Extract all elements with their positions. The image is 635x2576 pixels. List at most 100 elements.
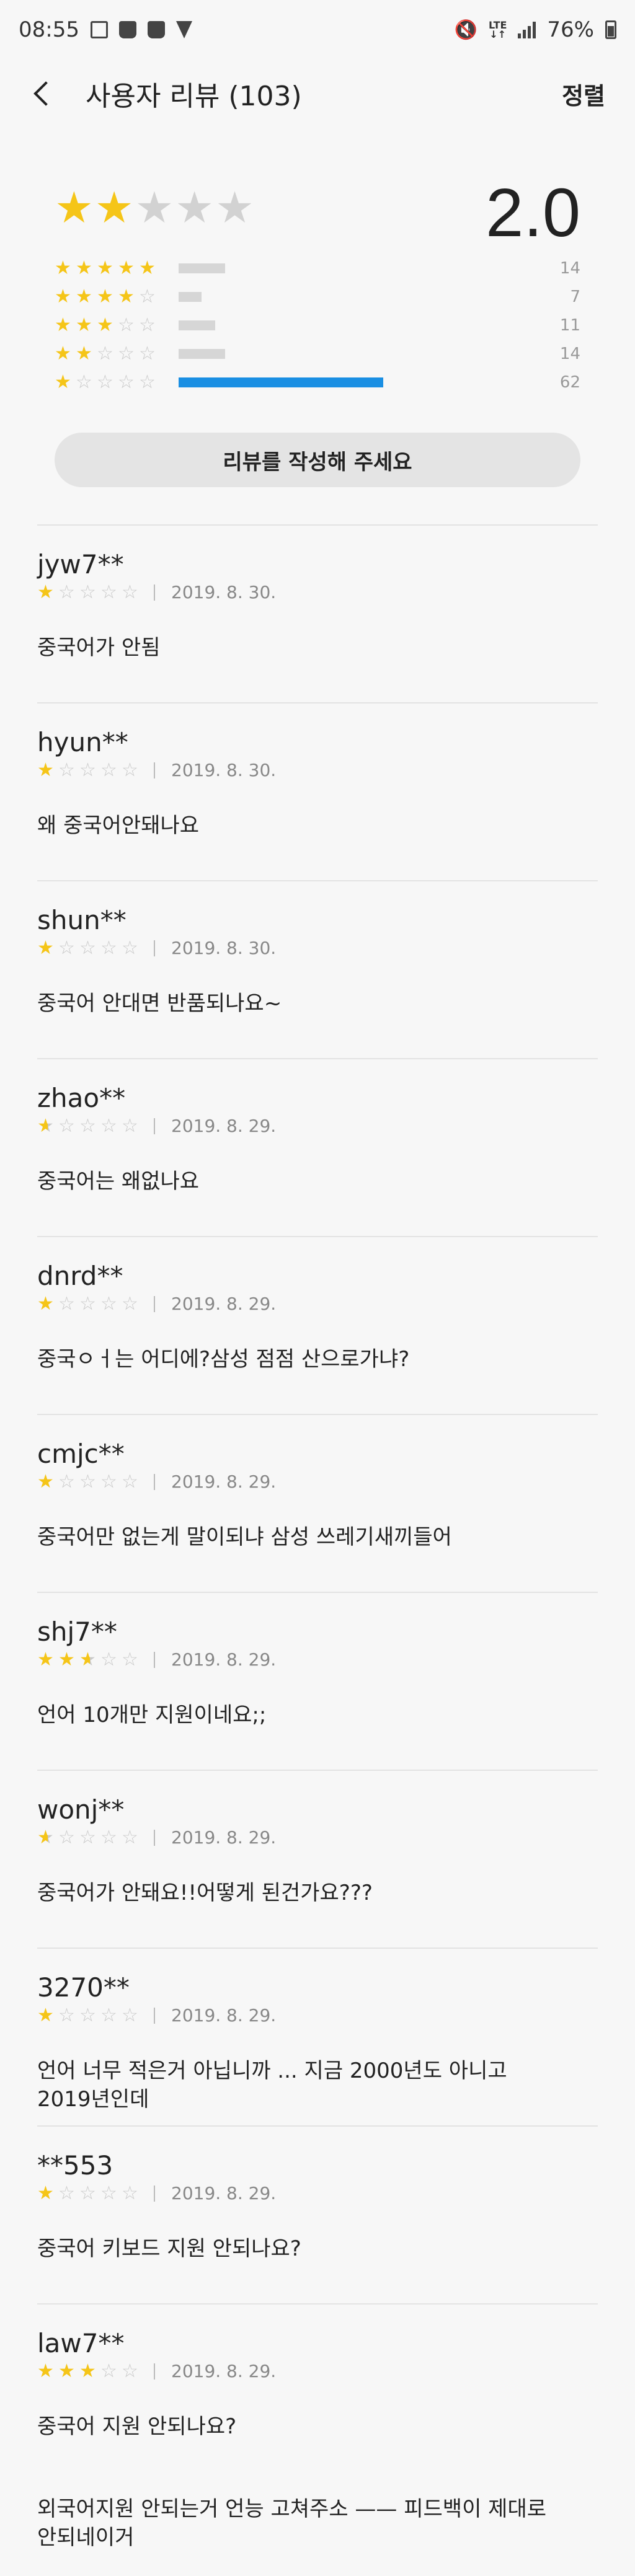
back-icon[interactable] xyxy=(30,81,55,106)
reviewer-name: shun** xyxy=(37,905,127,935)
distribution-stars: ★ ★ ☆ ☆ ☆ xyxy=(55,345,172,363)
review-date: 2019. 8. 30. xyxy=(171,760,277,780)
review-text: 중국어 안대면 반품되나요~ xyxy=(37,991,282,1016)
divider xyxy=(37,1414,598,1415)
separator xyxy=(154,2007,155,2024)
reviewer-name: wonj** xyxy=(37,1794,125,1825)
star-icon: ☆ xyxy=(79,1826,96,1848)
review-item: jyw7** ★ ☆ ☆ ☆ ☆ 2019. 8. 30. 중국어가 안됨 xyxy=(37,549,598,662)
star-icon: ☆ xyxy=(139,371,156,393)
review-stars: ★ ☆ ☆ ☆ ☆ xyxy=(37,1470,143,1493)
separator xyxy=(154,1295,155,1312)
star-icon: ★ xyxy=(37,2182,54,2204)
review-stars: ★ ★ ★ ☆ ☆ xyxy=(37,2360,143,2382)
status-left: 08:55 xyxy=(19,17,192,42)
distribution-stars: ★ ★ ★ ★ ★ xyxy=(55,259,172,278)
separator xyxy=(154,1473,155,1490)
network-type: LTE ↓↑ xyxy=(489,19,507,40)
star-icon: ★ xyxy=(55,314,71,336)
star-icon: ☆ xyxy=(79,759,96,781)
review-stars: ★ ★ ★ ☆ ☆ xyxy=(37,1648,143,1670)
star-icon: ★ xyxy=(37,1827,58,1848)
star-icon: ★ xyxy=(55,286,71,307)
review-item: shj7** ★ ★ ★ ☆ ☆ 2019. 8. 29. 언어 10개만 지원이네요;; xyxy=(37,1617,598,1729)
star-icon: ★ xyxy=(37,1470,54,1493)
review-text: 언어 10개만 지원이네요;; xyxy=(37,1703,267,1727)
review-item: dnrd** ★ ☆ ☆ ☆ ☆ 2019. 8. 29. 중국ㅇㅓ는 어디에?삼성 점점 산… xyxy=(37,1261,598,1374)
star-icon: ☆ xyxy=(122,2360,138,2382)
star-icon: ☆ xyxy=(79,1470,96,1493)
download-icon xyxy=(175,21,192,38)
star-icon: ☆ xyxy=(118,371,135,393)
divider xyxy=(37,2303,598,2305)
sort-button[interactable]: 정렬 xyxy=(562,77,605,111)
divider xyxy=(37,1770,598,1771)
reviewer-name: **553 xyxy=(37,2150,113,2181)
review-text: 중국어가 안됨 xyxy=(37,635,161,660)
review-stars: ★ ☆ ☆ ☆ ☆ xyxy=(37,1826,143,1848)
store-icon xyxy=(147,21,165,38)
review-date: 2019. 8. 30. xyxy=(171,582,277,602)
shopping-bag-icon xyxy=(118,21,136,38)
star-icon: ☆ xyxy=(97,343,113,364)
review-item: zhao** ★ ☆ ☆ ☆ ☆ 2019. 8. 29. 중국어는 왜없나요 xyxy=(37,1083,598,1196)
star-icon: ☆ xyxy=(122,1292,138,1315)
review-date: 2019. 8. 30. xyxy=(171,938,277,958)
review-item: 3270** ★ ☆ ☆ ☆ ☆ 2019. 8. 29. 언어 너무 적은거 아닙니까 ..… xyxy=(37,1972,598,2114)
review-meta: ★ ☆ ☆ ☆ ☆ 2019. 8. 30. xyxy=(37,938,598,958)
star-icon: ☆ xyxy=(122,937,138,959)
distribution-row: ★ ★ ★ ★ ☆ 7 xyxy=(55,283,580,311)
reviewer-name: shj7** xyxy=(37,1617,117,1647)
star-icon: ☆ xyxy=(139,286,156,307)
network-label: LTE xyxy=(489,19,507,31)
review-stars: ★ ☆ ☆ ☆ ☆ xyxy=(37,759,143,781)
write-review-button[interactable]: 리뷰를 작성해 주세요 xyxy=(55,433,580,487)
star-icon: ☆ xyxy=(122,759,138,781)
distribution-stars: ★ ★ ★ ★ ☆ xyxy=(55,288,172,306)
review-text: 중국어가 안돼요!!어떻게 된건가요??? xyxy=(37,1881,373,1905)
review-meta: ★ ☆ ☆ ☆ ☆ 2019. 8. 30. xyxy=(37,760,598,780)
star-icon: ☆ xyxy=(122,1470,138,1493)
review-item-partial: 외국어지원 안되는거 언능 고쳐주소 —— 피드백이 제대로 안되네이거 xyxy=(37,2495,598,2552)
average-score: 2.0 xyxy=(486,175,580,251)
divider xyxy=(37,1947,598,1949)
reviewer-name: dnrd** xyxy=(37,1261,123,1291)
star-icon: ★ xyxy=(37,1292,54,1315)
star-icon: ☆ xyxy=(79,2182,96,2204)
star-icon: ☆ xyxy=(100,2182,117,2204)
star-icon: ★ xyxy=(94,182,134,233)
star-icon: ☆ xyxy=(58,1114,75,1137)
star-icon: ☆ xyxy=(118,343,135,364)
review-text: 언어 너무 적은거 아닙니까 ... 지금 2000년도 아니고 2019년인데 xyxy=(37,2058,507,2112)
rating-summary: ★ ★ ★ ★ ★ 2.0 ★ ★ ★ ★ ★ 14 ★ ★ ★ ★ ☆ 7 ★ ★ ★ ☆ ☆ 11 ★ ★ ☆ ☆ ☆ 14 ★ ☆ ☆… xyxy=(55,175,580,502)
star-icon: ★ xyxy=(175,182,215,233)
battery-percent: 76% xyxy=(547,17,594,42)
distribution-row: ★ ★ ★ ★ ★ 14 xyxy=(55,254,580,283)
star-icon: ★ xyxy=(58,2360,75,2382)
star-icon: ★ xyxy=(55,343,71,364)
star-icon: ☆ xyxy=(100,1648,117,1670)
distribution-bar xyxy=(179,292,383,302)
review-item: hyun** ★ ☆ ☆ ☆ ☆ 2019. 8. 30. 왜 중국어안돼나요 xyxy=(37,727,598,840)
review-text: 외국어지원 안되는거 언능 고쳐주소 —— 피드백이 제대로 안되네이거 xyxy=(37,2497,547,2550)
star-icon: ★ xyxy=(58,1648,75,1670)
distribution-bar-fill xyxy=(179,377,383,387)
star-icon: ★ xyxy=(76,286,92,307)
divider xyxy=(37,1236,598,1237)
star-icon: ☆ xyxy=(100,1826,117,1848)
review-text: 중국어 지원 안되나요? xyxy=(37,2414,237,2439)
star-icon: ★ xyxy=(37,2360,54,2382)
review-date: 2019. 8. 29. xyxy=(171,1649,277,1670)
distribution-count: 14 xyxy=(559,259,580,278)
star-icon: ☆ xyxy=(58,2004,75,2026)
distribution-bar xyxy=(179,320,383,330)
star-icon: ★ xyxy=(118,257,135,279)
divider xyxy=(37,524,598,526)
star-icon: ☆ xyxy=(122,2004,138,2026)
separator xyxy=(154,584,155,601)
status-bar: 08:55 🔇 LTE ↓↑ 76% xyxy=(0,0,635,60)
review-meta: ★ ☆ ☆ ☆ ☆ 2019. 8. 29. xyxy=(37,1471,598,1492)
mute-icon: 🔇 xyxy=(454,19,478,41)
star-icon: ★ xyxy=(37,1116,58,1136)
star-icon: ☆ xyxy=(139,314,156,336)
